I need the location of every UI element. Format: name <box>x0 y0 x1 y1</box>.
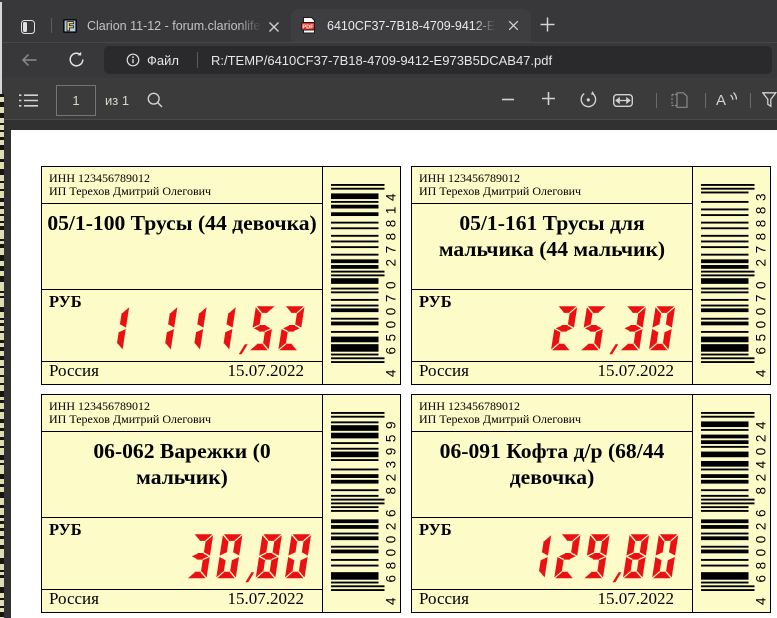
svg-text:4 680026 823959: 4 680026 823959 <box>384 416 399 605</box>
svg-text:4 650070 278814: 4 650070 278814 <box>384 188 399 377</box>
svg-text:F: F <box>67 22 74 33</box>
svg-text:4 650070 278883: 4 650070 278883 <box>754 188 769 377</box>
svg-text:PDF: PDF <box>302 24 314 30</box>
svg-text:4 680026 824024: 4 680026 824024 <box>754 416 769 605</box>
svg-text:A: A <box>716 92 726 108</box>
